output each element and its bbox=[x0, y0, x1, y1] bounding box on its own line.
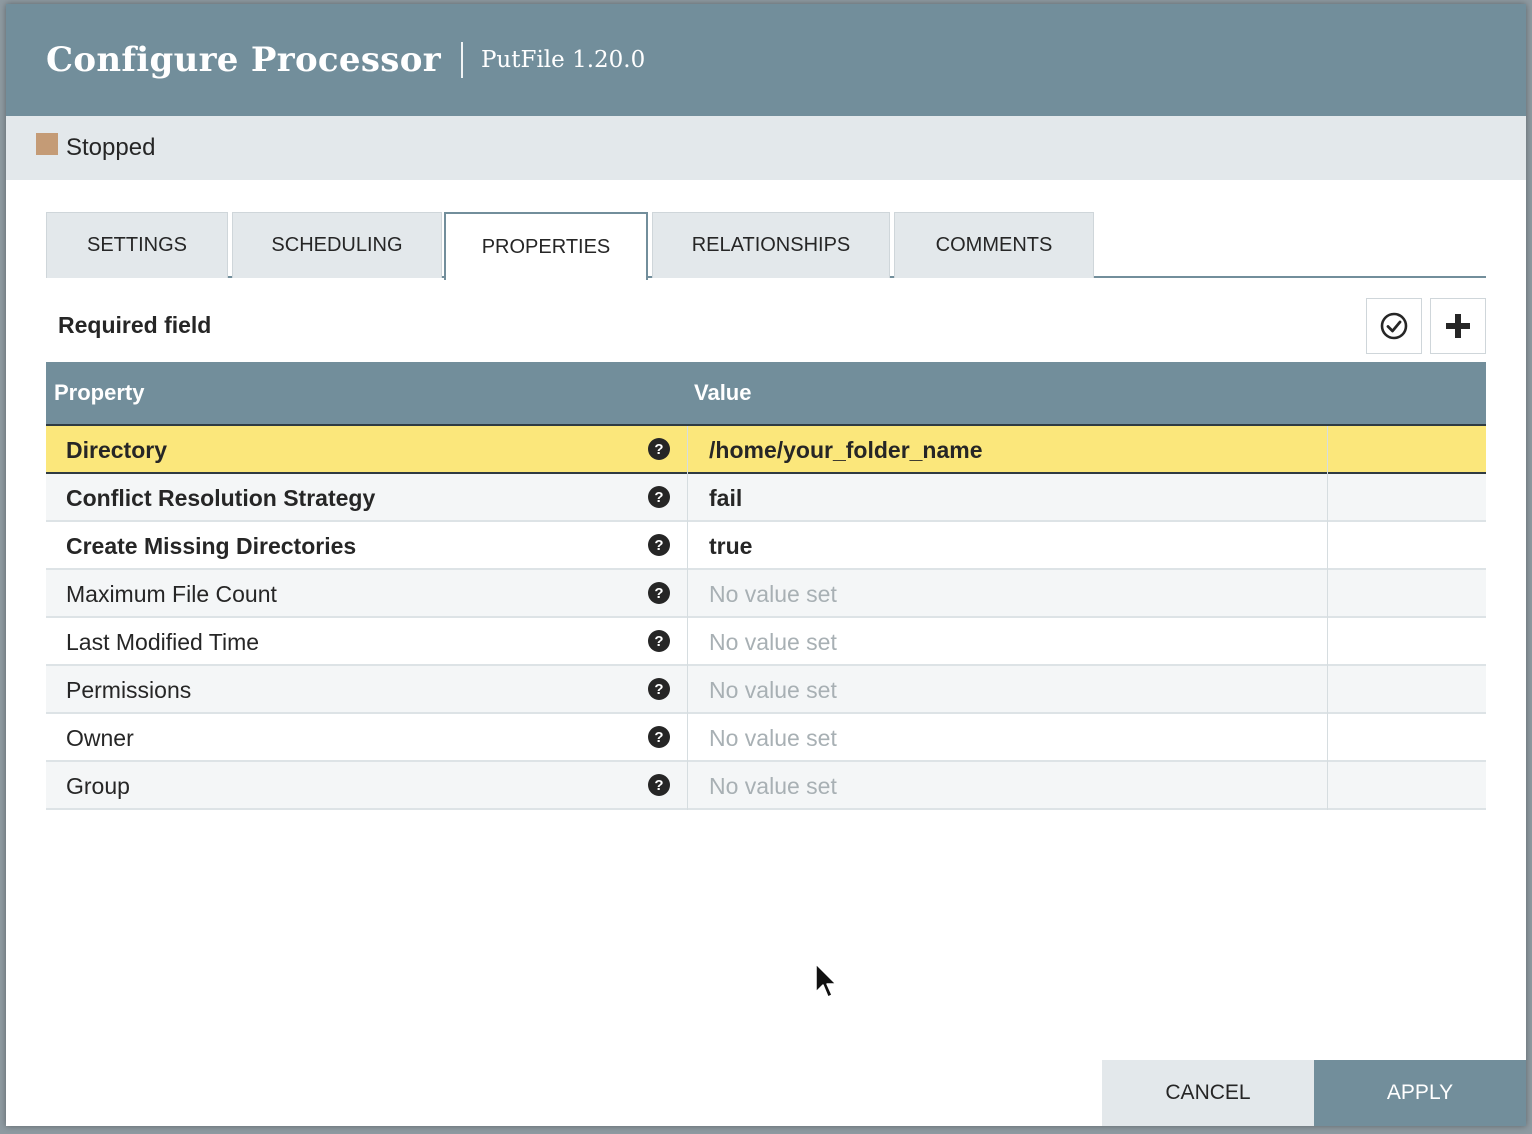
tab-bar: SETTINGS SCHEDULING PROPERTIES RELATIONS… bbox=[46, 212, 1486, 280]
help-icon[interactable]: ? bbox=[648, 774, 670, 796]
cancel-button[interactable]: CANCEL bbox=[1102, 1060, 1314, 1126]
check-circle-icon bbox=[1380, 312, 1408, 340]
property-name: Conflict Resolution Strategy bbox=[66, 484, 376, 511]
property-name: Permissions bbox=[66, 676, 192, 703]
table-row[interactable]: Directory ? /home/your_folder_name bbox=[46, 426, 1486, 474]
help-icon[interactable]: ? bbox=[648, 582, 670, 604]
property-value[interactable]: No value set bbox=[687, 666, 1327, 714]
title-divider bbox=[460, 42, 463, 78]
property-name: Group bbox=[66, 772, 130, 799]
property-value[interactable]: No value set bbox=[687, 762, 1327, 810]
property-actions-cell bbox=[1327, 474, 1486, 522]
table-row[interactable]: Maximum File Count ? No value set bbox=[46, 570, 1486, 618]
tab-scheduling[interactable]: SCHEDULING bbox=[232, 212, 442, 278]
status-bar: Stopped bbox=[6, 116, 1526, 180]
table-row[interactable]: Last Modified Time ? No value set bbox=[46, 618, 1486, 666]
property-actions-cell bbox=[1327, 570, 1486, 618]
tab-relationships-label: RELATIONSHIPS bbox=[691, 234, 851, 256]
help-icon[interactable]: ? bbox=[648, 534, 670, 556]
tab-relationships[interactable]: RELATIONSHIPS bbox=[652, 212, 890, 278]
apply-button[interactable]: APPLY bbox=[1314, 1060, 1526, 1126]
tab-settings[interactable]: SETTINGS bbox=[46, 212, 228, 278]
property-name: Last Modified Time bbox=[66, 628, 260, 655]
help-icon[interactable]: ? bbox=[648, 630, 670, 652]
property-value[interactable]: fail bbox=[687, 474, 1327, 522]
property-actions-cell bbox=[1327, 618, 1486, 666]
property-value[interactable]: No value set bbox=[687, 714, 1327, 762]
status-text: Stopped bbox=[66, 134, 156, 161]
tab-comments-label: COMMENTS bbox=[935, 234, 1053, 256]
property-value[interactable]: true bbox=[687, 522, 1327, 570]
property-value[interactable]: No value set bbox=[687, 570, 1327, 618]
column-header-value: Value bbox=[694, 380, 752, 405]
property-name: Directory bbox=[66, 436, 167, 463]
tab-properties[interactable]: PROPERTIES bbox=[444, 212, 648, 280]
tab-properties-label: PROPERTIES bbox=[481, 235, 611, 258]
plus-icon bbox=[1446, 314, 1470, 338]
help-icon[interactable]: ? bbox=[648, 438, 670, 460]
tab-scheduling-label: SCHEDULING bbox=[271, 234, 403, 256]
table-row[interactable]: Create Missing Directories ? true bbox=[46, 522, 1486, 570]
tab-comments[interactable]: COMMENTS bbox=[894, 212, 1094, 278]
property-name: Create Missing Directories bbox=[66, 532, 357, 559]
help-icon[interactable]: ? bbox=[648, 486, 670, 508]
property-actions-cell bbox=[1327, 522, 1486, 570]
tab-settings-label: SETTINGS bbox=[86, 234, 187, 256]
mouse-cursor-icon bbox=[815, 963, 837, 998]
configure-processor-dialog: Configure Processor PutFile 1.20.0 Stopp… bbox=[6, 4, 1526, 1126]
property-actions-cell bbox=[1327, 426, 1486, 474]
help-icon[interactable]: ? bbox=[648, 726, 670, 748]
table-row[interactable]: Group ? No value set bbox=[46, 762, 1486, 810]
table-row[interactable]: Permissions ? No value set bbox=[46, 666, 1486, 714]
properties-table-header: Property Value bbox=[46, 362, 1486, 426]
table-row[interactable]: Owner ? No value set bbox=[46, 714, 1486, 762]
dialog-title: Configure Processor bbox=[46, 40, 441, 80]
property-name: Owner bbox=[66, 724, 134, 751]
property-actions-cell bbox=[1327, 762, 1486, 810]
property-value[interactable]: /home/your_folder_name bbox=[687, 426, 1327, 474]
property-actions-cell bbox=[1327, 714, 1486, 762]
add-property-button[interactable] bbox=[1430, 298, 1486, 354]
property-name: Maximum File Count bbox=[66, 580, 277, 607]
verify-properties-button[interactable] bbox=[1366, 298, 1422, 354]
help-icon[interactable]: ? bbox=[648, 678, 670, 700]
stopped-status-icon bbox=[36, 133, 58, 155]
processor-type: PutFile 1.20.0 bbox=[480, 47, 646, 73]
required-field-label: Required field bbox=[58, 312, 212, 338]
table-row[interactable]: Conflict Resolution Strategy ? fail bbox=[46, 474, 1486, 522]
property-value[interactable]: No value set bbox=[687, 618, 1327, 666]
property-actions-cell bbox=[1327, 666, 1486, 714]
dialog-header: Configure Processor PutFile 1.20.0 bbox=[6, 4, 1526, 116]
properties-table: Property Value Directory ? /home/your_fo… bbox=[46, 362, 1486, 810]
column-header-property: Property bbox=[54, 380, 145, 405]
